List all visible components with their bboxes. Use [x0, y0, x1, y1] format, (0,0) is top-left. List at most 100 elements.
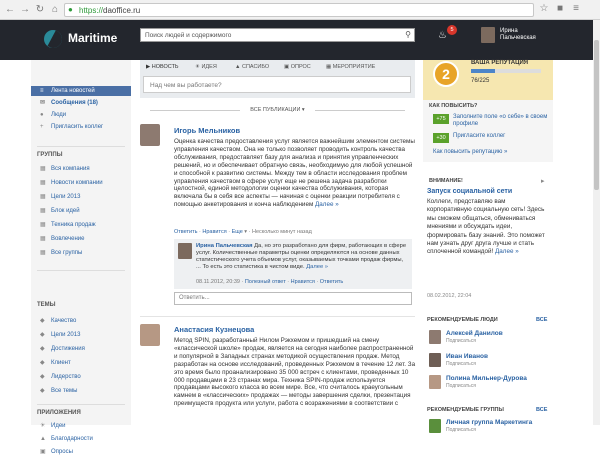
sidebar-item-group[interactable]: ▦ Блок идей: [31, 206, 131, 216]
subscribe-link[interactable]: Подписаться: [446, 383, 476, 389]
person-name[interactable]: Алексей Данилов: [446, 330, 503, 337]
tab-poll[interactable]: ▣ ОПРОС: [284, 64, 311, 70]
comment-text: Ирина Пальчевская Да, но это разработано…: [196, 243, 407, 270]
tab-news[interactable]: ▶ НОВОСТЬ: [146, 64, 179, 70]
sidebar-item-group[interactable]: ▦ Новости компании: [31, 178, 131, 188]
post-author[interactable]: Игорь Мельников: [174, 126, 240, 135]
sidebar-item-all-groups[interactable]: ▦ Все группы: [31, 248, 131, 258]
tag-icon: ◆: [40, 388, 45, 394]
bulb-icon: ☀: [40, 423, 46, 429]
tab-idea[interactable]: ☀ ИДЕЯ: [195, 64, 217, 70]
points-badge: +30: [433, 133, 449, 143]
divider: [37, 404, 125, 405]
sidebar-item-feed[interactable]: ≡ Лента новостей: [31, 86, 131, 96]
sidebar-item-all-themes[interactable]: ◆ Все темы: [31, 386, 131, 396]
comment-time: 08.11.2012, 20:39: [196, 279, 240, 285]
sidebar-item-group[interactable]: ▦ Техника продаж: [31, 220, 131, 230]
avatar[interactable]: [140, 324, 160, 346]
sidebar-item-polls[interactable]: ▣ Опросы: [31, 447, 131, 457]
notification-badge[interactable]: 5: [447, 25, 457, 35]
subscribe-link[interactable]: Подписаться: [446, 361, 476, 367]
howto-title: КАК ПОВЫСИТЬ?: [429, 103, 478, 109]
post-author[interactable]: Анастасия Кузнецова: [174, 325, 254, 334]
bell-icon[interactable]: ♨: [438, 30, 447, 41]
sidebar-item-group[interactable]: ▦ Вовлечение: [31, 234, 131, 244]
feed-filter[interactable]: ВСЕ ПУБЛИКАЦИИ ▾: [140, 107, 415, 113]
tab-thanks[interactable]: ▲ СПАСИБО: [235, 64, 269, 70]
sidebar-item-thanks[interactable]: ▲ Благодарности: [31, 434, 131, 444]
sidebar-item-ideas[interactable]: ☀ Идеи: [31, 421, 131, 431]
person-item[interactable]: Иван Иванов Подписаться: [429, 353, 553, 367]
scrollbar[interactable]: [593, 20, 600, 425]
like-link[interactable]: Нравится: [291, 279, 315, 285]
sidebar-item-theme[interactable]: ◆ Лидерство: [31, 372, 131, 382]
tip-text[interactable]: Заполните поле «о себе» в своем профиле: [453, 114, 553, 128]
right-column: 2 ВАША РЕПУТАЦИЯ 76/225 КАК ПОВЫСИТЬ? +7…: [423, 60, 553, 433]
post-input[interactable]: Над чем вы работаете?: [143, 76, 411, 93]
sidebar-item-theme[interactable]: ◆ Достижения: [31, 344, 131, 354]
reload-icon[interactable]: ↻: [34, 4, 46, 16]
attention-headline[interactable]: Запуск социальной сети: [427, 188, 512, 195]
user-menu[interactable]: Ирина Пальчевская: [476, 25, 600, 55]
person-name[interactable]: Иван Иванов: [446, 353, 488, 360]
more-link[interactable]: Далее »: [315, 201, 339, 208]
thumbs-up-icon: ▲: [40, 436, 46, 442]
more-link[interactable]: Далее »: [306, 264, 328, 270]
person-item[interactable]: Полина Мильнер-Дурова Подписаться: [429, 375, 553, 389]
attention-date: 08.02.2012, 22:04: [427, 293, 472, 299]
more-link[interactable]: Далее »: [495, 248, 519, 255]
scrollbar-thumb[interactable]: [594, 40, 599, 190]
sidebar-item-group[interactable]: ▦ Вся компания: [31, 164, 131, 174]
user-icon: ●: [40, 112, 44, 118]
person-item[interactable]: Алексей Данилов Подписаться: [429, 330, 553, 344]
group-icon: ▦: [40, 208, 46, 214]
chevron-right-icon[interactable]: ▸: [541, 177, 545, 185]
envelope-icon: ✉: [40, 100, 46, 106]
sidebar-item-invite[interactable]: + Пригласить коллег: [31, 122, 131, 132]
comment-author[interactable]: Ирина Пальчевская: [196, 243, 252, 249]
back-icon[interactable]: ←: [4, 4, 16, 16]
sidebar-item-theme[interactable]: ◆ Цели 2013: [31, 330, 131, 340]
home-icon[interactable]: ⌂: [49, 4, 61, 16]
tip-text[interactable]: Пригласите коллег: [453, 133, 505, 140]
tab-event[interactable]: ▦ МЕРОПРИЯТИЕ: [326, 64, 375, 70]
like-link[interactable]: Нравится: [202, 229, 226, 235]
reply-input[interactable]: Ответить...: [174, 292, 412, 305]
extension-icon[interactable]: ■: [554, 3, 566, 15]
subscribe-link[interactable]: Подписаться: [446, 427, 476, 433]
all-people-link[interactable]: ВСЕ: [536, 317, 547, 323]
howto-link[interactable]: Как повысить репутацию »: [433, 149, 507, 155]
sidebar: ≡ Лента новостей ✉ Сообщения (18) ● Люди + П…: [31, 60, 131, 455]
reply-link[interactable]: Ответить: [174, 229, 198, 235]
group-icon: ▦: [40, 250, 46, 256]
helpful-answer-link[interactable]: Полезный ответ: [245, 279, 286, 285]
divider: [37, 146, 125, 147]
menu-icon[interactable]: ≡: [570, 3, 582, 15]
group-item[interactable]: Личная группа Маркетинга Подписаться: [429, 419, 553, 433]
sidebar-item-theme[interactable]: ◆ Качество: [31, 316, 131, 326]
sidebar-item-group[interactable]: ▦ Цели 2013: [31, 192, 131, 202]
more-actions-link[interactable]: Еще: [232, 229, 243, 235]
post-composer: ▶ НОВОСТЬ ☀ ИДЕЯ ▲ СПАСИБО ▣ ОПРОС ▦ МЕР…: [140, 60, 415, 98]
tip-item[interactable]: +30 Пригласите коллег: [433, 133, 553, 147]
all-groups-link[interactable]: ВСЕ: [536, 407, 547, 413]
forward-icon[interactable]: →: [19, 4, 31, 16]
user-name: Ирина Пальчевская: [500, 28, 536, 41]
lock-icon: ●: [68, 5, 73, 14]
avatar[interactable]: [140, 124, 160, 146]
reply-link[interactable]: Ответить: [320, 279, 344, 285]
sidebar-item-messages[interactable]: ✉ Сообщения (18): [31, 98, 131, 108]
search-input[interactable]: Поиск людей и содержимого ⚲: [140, 28, 415, 42]
sidebar-item-people[interactable]: ● Люди: [31, 110, 131, 120]
tip-item[interactable]: +75 Заполните поле «о себе» в своем проф…: [433, 114, 553, 128]
avatar[interactable]: [178, 243, 192, 259]
tag-icon: ◆: [40, 360, 45, 366]
search-icon[interactable]: ⚲: [405, 30, 411, 39]
subscribe-link[interactable]: Подписаться: [446, 338, 476, 344]
sidebar-item-theme[interactable]: ◆ Клиент: [31, 358, 131, 368]
group-icon: [429, 419, 441, 433]
star-icon[interactable]: ☆: [538, 3, 550, 15]
group-icon: ▦: [40, 236, 46, 242]
address-bar[interactable]: ● https://daoffice.ru: [64, 3, 534, 17]
person-name[interactable]: Полина Мильнер-Дурова: [446, 375, 527, 382]
